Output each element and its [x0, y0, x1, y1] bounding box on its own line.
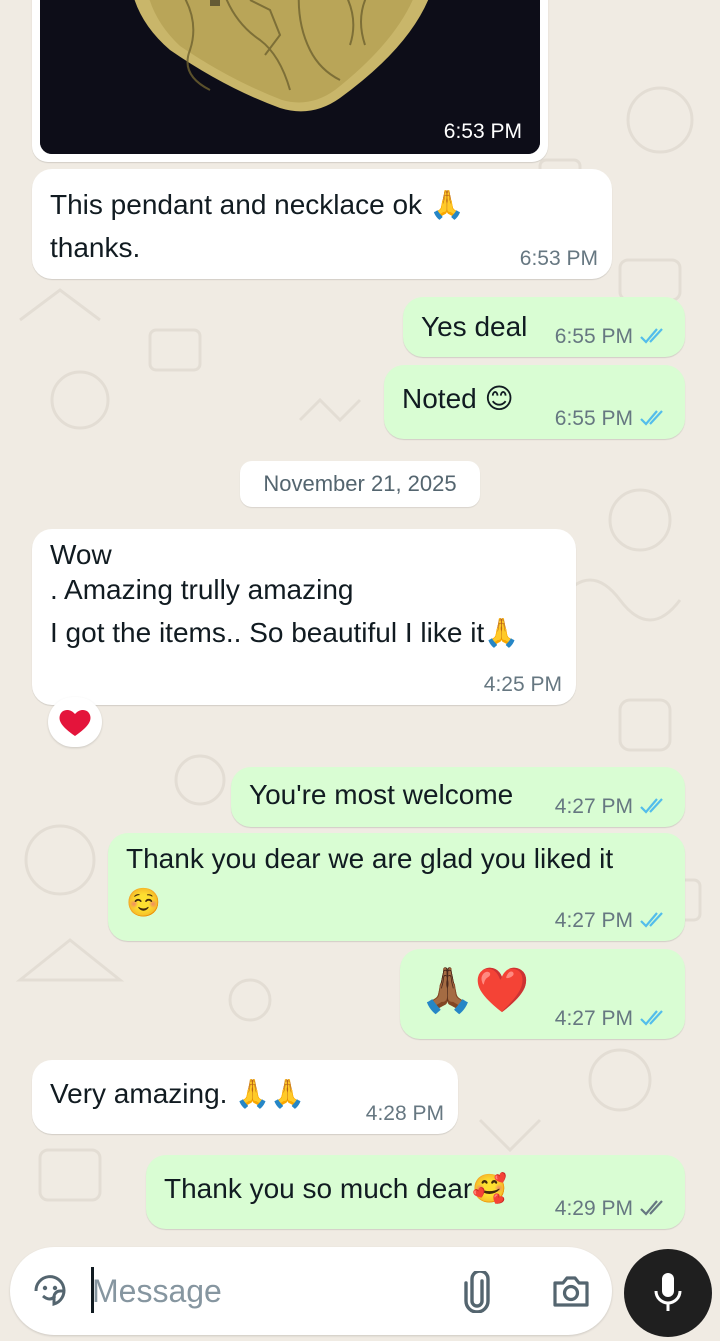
read-receipt-icon [640, 328, 663, 344]
message-time: 6:53 PM [519, 247, 598, 270]
message-text: Yes deal [421, 311, 528, 342]
message-time: 4:27 PM [554, 909, 633, 932]
read-receipt-icon [640, 912, 663, 928]
message-text: ☺️ [126, 887, 161, 918]
message-time: 6:55 PM [554, 325, 633, 348]
delivered-receipt-icon [640, 1200, 663, 1216]
message-time: 4:28 PM [365, 1102, 444, 1125]
camera-icon[interactable] [551, 1273, 591, 1309]
read-receipt-icon [640, 798, 663, 814]
message-text: You're most welcome [249, 779, 514, 810]
message-time: 4:25 PM [483, 673, 562, 696]
message-text: . Amazing trully amazing [50, 574, 354, 605]
attach-icon[interactable] [462, 1271, 492, 1313]
message-text: I got the items.. So beautiful I like it… [50, 617, 520, 648]
outgoing-message[interactable]: Noted 😊 6:55 PM [384, 365, 685, 439]
message-text: Wow [50, 539, 112, 570]
voice-message-button[interactable] [624, 1249, 712, 1337]
outgoing-message[interactable]: Yes deal 6:55 PM [403, 297, 685, 357]
outgoing-message[interactable]: You're most welcome 4:27 PM [231, 767, 685, 827]
message-composer[interactable] [10, 1247, 612, 1335]
message-time: 4:29 PM [554, 1197, 633, 1220]
message-time: 4:27 PM [554, 795, 633, 818]
date-separator: November 21, 2025 [240, 461, 480, 507]
message-text: 🙏🏾❤️ [420, 966, 530, 1015]
incoming-message[interactable]: Very amazing. 🙏🙏 4:28 PM [32, 1060, 458, 1134]
outgoing-message[interactable]: Thank you dear we are glad you liked it … [108, 833, 685, 941]
message-time: 6:55 PM [554, 407, 633, 430]
message-text: thanks. [50, 232, 141, 263]
message-text: Noted 😊 [402, 383, 514, 414]
message-input[interactable] [92, 1269, 432, 1313]
message-text: This pendant and necklace ok 🙏 [50, 189, 465, 220]
pendant-photo[interactable]: 6:53 PM [40, 0, 540, 154]
message-time: 4:27 PM [554, 1007, 633, 1030]
image-message[interactable]: 6:53 PM [32, 0, 548, 162]
outgoing-message[interactable]: Thank you so much dear🥰 4:29 PM [146, 1155, 685, 1229]
outgoing-message[interactable]: 🙏🏾❤️ 4:27 PM [400, 949, 685, 1039]
read-receipt-icon [640, 410, 663, 426]
mic-icon [654, 1273, 682, 1311]
heart-icon [59, 709, 91, 736]
reaction-badge[interactable] [48, 697, 102, 747]
incoming-message[interactable]: This pendant and necklace ok 🙏 thanks. 6… [32, 169, 612, 279]
message-text: Thank you so much dear🥰 [164, 1173, 508, 1204]
message-time: 6:53 PM [443, 120, 522, 143]
sticker-icon[interactable] [30, 1271, 70, 1311]
incoming-message[interactable]: Wow . Amazing trully amazing I got the i… [32, 529, 576, 705]
message-text: Very amazing. 🙏🙏 [50, 1078, 305, 1109]
message-text: Thank you dear we are glad you liked it [126, 843, 614, 874]
read-receipt-icon [640, 1010, 663, 1026]
chat-area[interactable]: 6:53 PM This pendant and necklace ok 🙏 t… [0, 0, 720, 1240]
